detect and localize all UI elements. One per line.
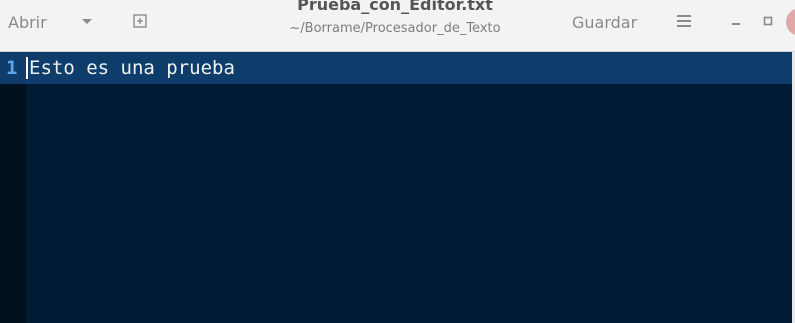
open-button-label: Abrir [8, 12, 47, 32]
open-button[interactable]: Abrir [8, 10, 47, 34]
save-button-label: Guardar [572, 12, 638, 32]
new-document-icon [133, 14, 147, 28]
minimize-button[interactable] [724, 9, 748, 33]
editor-line-text[interactable]: Esto es una prueba [29, 56, 235, 80]
maximize-icon [763, 16, 773, 26]
hamburger-menu-icon [677, 15, 691, 27]
text-editor-window: Abrir Prueba_con_Editor.txt ~/Borrame/Pr… [0, 0, 795, 323]
minimize-icon [732, 23, 740, 25]
text-cursor [26, 57, 28, 79]
main-menu-button[interactable] [672, 9, 696, 33]
chevron-down-icon [82, 19, 92, 24]
header-bar: Abrir Prueba_con_Editor.txt ~/Borrame/Pr… [0, 0, 795, 52]
document-path: ~/Borrame/Procesador_de_Texto [289, 21, 501, 36]
line-number: 1 [6, 57, 18, 79]
save-button[interactable]: Guardar [572, 10, 637, 34]
title-block: Prueba_con_Editor.txt ~/Borrame/Procesad… [250, 0, 540, 36]
close-button-partial[interactable] [786, 8, 795, 36]
line-number-gutter [0, 52, 26, 323]
new-document-button[interactable] [128, 9, 152, 33]
open-menu-arrow-button[interactable] [78, 12, 96, 32]
document-title: Prueba_con_Editor.txt [297, 0, 493, 14]
text-editor-area[interactable]: 1 Esto es una prueba [0, 52, 795, 323]
maximize-button[interactable] [756, 9, 780, 33]
